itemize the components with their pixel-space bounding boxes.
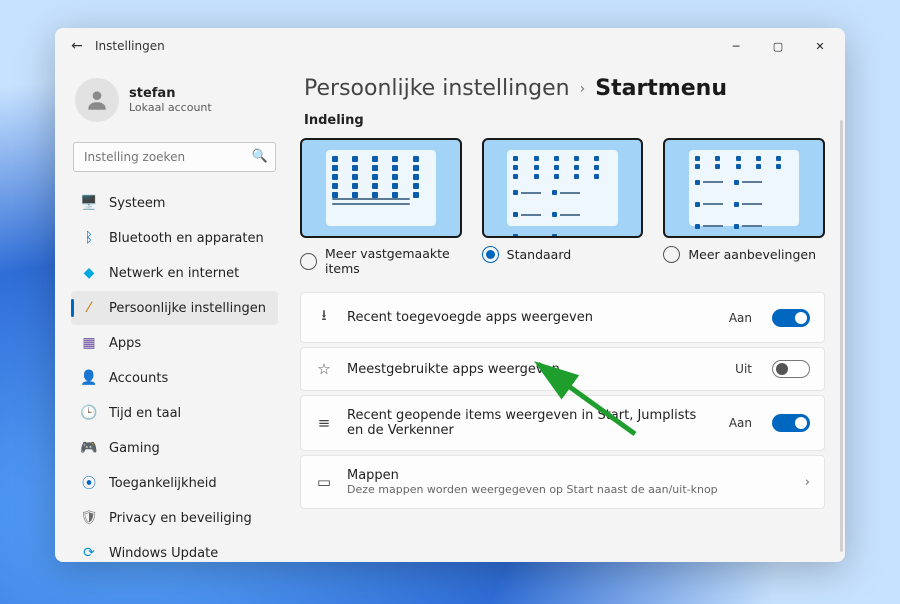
radio-icon[interactable] <box>300 253 317 270</box>
toggle-switch[interactable] <box>772 414 810 432</box>
setting-subtitle: Deze mappen worden weergegeven op Start … <box>347 483 791 496</box>
sidebar-item-label: Toegankelijkheid <box>109 476 217 491</box>
setting-most-used[interactable]: ☆ Meestgebruikte apps weergeven Uit <box>300 347 825 391</box>
layout-options: Meer vastgemaakte items Standaard Meer a… <box>300 138 825 276</box>
chevron-right-icon: › <box>805 475 810 490</box>
layout-option-more-pinned[interactable]: Meer vastgemaakte items <box>300 138 462 276</box>
radio-icon[interactable] <box>663 246 680 263</box>
setting-folders[interactable]: ▭ MappenDeze mappen worden weergegeven o… <box>300 455 825 509</box>
maximize-button[interactable]: ▢ <box>757 30 799 62</box>
sidebar-item-label: Accounts <box>109 371 168 386</box>
accounts-icon: 👤 <box>81 370 97 386</box>
setting-recent-apps[interactable]: ⭳ Recent toegevoegde apps weergeven Aan <box>300 292 825 343</box>
layout-label: Meer aanbevelingen <box>688 247 816 262</box>
toggle-switch[interactable] <box>772 360 810 378</box>
sidebar-item-toegankelijkheid[interactable]: ⦿ Toegankelijkheid <box>71 466 278 500</box>
sidebar-item-gaming[interactable]: 🎮 Gaming <box>71 431 278 465</box>
apps-icon: ▦ <box>81 335 97 351</box>
sidebar-item-persoonlijk[interactable]: ⁄ Persoonlijke instellingen <box>71 291 278 325</box>
sidebar-item-systeem[interactable]: 🖥️ Systeem <box>71 186 278 220</box>
sidebar-item-label: Tijd en taal <box>109 406 181 421</box>
chevron-right-icon: › <box>580 81 586 97</box>
layout-label: Meer vastgemaakte items <box>325 246 462 276</box>
profile-name: stefan <box>129 86 212 101</box>
radio-icon[interactable] <box>482 246 499 263</box>
toggle-state: Aan <box>729 416 752 430</box>
breadcrumb-current: Startmenu <box>595 76 727 101</box>
sidebar-item-label: Netwerk en internet <box>109 266 239 281</box>
toegankelijkheid-icon: ⦿ <box>81 475 97 491</box>
profile-subtitle: Lokaal account <box>129 101 212 114</box>
layout-thumb <box>482 138 644 238</box>
sidebar-item-accounts[interactable]: 👤 Accounts <box>71 361 278 395</box>
sidebar-item-label: Windows Update <box>109 546 218 561</box>
titlebar: ← Instellingen ─ ▢ ✕ <box>55 28 845 64</box>
privacy-icon: 🛡 <box>81 510 97 526</box>
search-icon: 🔍 <box>252 149 268 164</box>
sidebar-item-privacy[interactable]: 🛡 Privacy en beveiliging <box>71 501 278 535</box>
sidebar-item-apps[interactable]: ▦ Apps <box>71 326 278 360</box>
setting-icon: ⭳ <box>315 305 333 330</box>
setting-icon: ≡ <box>315 414 333 432</box>
sidebar-item-label: Privacy en beveiliging <box>109 511 252 526</box>
setting-icon: ▭ <box>315 473 333 491</box>
toggle-state: Uit <box>735 362 752 376</box>
window-title: Instellingen <box>95 39 165 53</box>
layout-thumb <box>300 138 462 238</box>
breadcrumb-parent[interactable]: Persoonlijke instellingen <box>304 76 570 101</box>
setting-label: Mappen <box>347 468 791 483</box>
settings-list: ⭳ Recent toegevoegde apps weergeven Aan ☆ … <box>300 292 825 509</box>
sidebar-item-label: Apps <box>109 336 141 351</box>
minimize-button[interactable]: ─ <box>715 30 757 62</box>
breadcrumb: Persoonlijke instellingen › Startmenu <box>304 76 825 101</box>
settings-window: ← Instellingen ─ ▢ ✕ stefan Lokaal accou… <box>55 28 845 562</box>
search-input[interactable] <box>73 142 276 172</box>
layout-thumb <box>663 138 825 238</box>
search-box[interactable]: 🔍 <box>73 142 276 172</box>
back-button[interactable]: ← <box>59 38 95 54</box>
update-icon: ⟳ <box>81 545 97 561</box>
toggle-switch[interactable] <box>772 309 810 327</box>
systeem-icon: 🖥️ <box>81 195 97 211</box>
sidebar-item-label: Gaming <box>109 441 160 456</box>
sidebar-item-netwerk[interactable]: ◆ Netwerk en internet <box>71 256 278 290</box>
setting-label: Recent toegevoegde apps weergeven <box>347 310 715 325</box>
netwerk-icon: ◆ <box>81 265 97 281</box>
sidebar-item-label: Systeem <box>109 196 165 211</box>
section-label-layout: Indeling <box>304 113 825 128</box>
sidebar-item-label: Bluetooth en apparaten <box>109 231 264 246</box>
nav-list: 🖥️ Systeem ᛒ Bluetooth en apparaten ◆ Netwerk… <box>71 186 278 562</box>
layout-option-default[interactable]: Standaard <box>482 138 644 276</box>
setting-icon: ☆ <box>315 360 333 378</box>
sidebar: stefan Lokaal account 🔍 🖥️ Systeem ᛒ Blueto… <box>55 64 290 562</box>
setting-recent-items[interactable]: ≡ Recent geopende items weergeven in Sta… <box>300 395 825 451</box>
setting-label: Meestgebruikte apps weergeven <box>347 362 721 377</box>
layout-option-more-recs[interactable]: Meer aanbevelingen <box>663 138 825 276</box>
sidebar-item-tijd[interactable]: 🕒 Tijd en taal <box>71 396 278 430</box>
content-area: Persoonlijke instellingen › Startmenu In… <box>290 64 845 562</box>
persoonlijk-icon: ⁄ <box>81 300 97 316</box>
avatar-icon <box>75 78 119 122</box>
sidebar-item-label: Persoonlijke instellingen <box>109 301 266 316</box>
profile-block[interactable]: stefan Lokaal account <box>71 72 278 136</box>
gaming-icon: 🎮 <box>81 440 97 456</box>
sidebar-item-bluetooth[interactable]: ᛒ Bluetooth en apparaten <box>71 221 278 255</box>
toggle-state: Aan <box>729 311 752 325</box>
bluetooth-icon: ᛒ <box>81 230 97 246</box>
scrollbar[interactable] <box>840 120 843 552</box>
setting-label: Recent geopende items weergeven in Start… <box>347 408 715 438</box>
close-button[interactable]: ✕ <box>799 30 841 62</box>
layout-label: Standaard <box>507 247 572 262</box>
tijd-icon: 🕒 <box>81 405 97 421</box>
sidebar-item-update[interactable]: ⟳ Windows Update <box>71 536 278 562</box>
